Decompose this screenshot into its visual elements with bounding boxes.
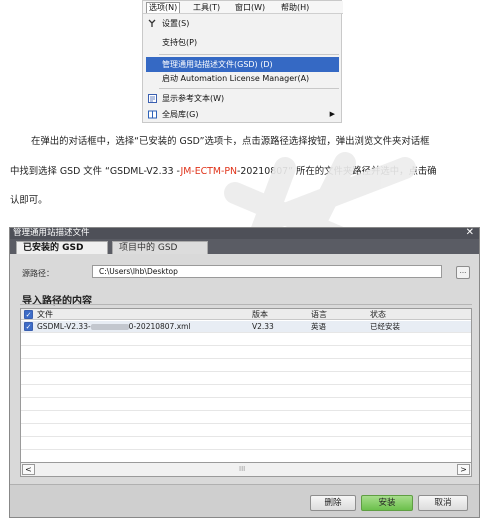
browse-button[interactable]: ... (456, 266, 470, 279)
table-row (21, 360, 471, 372)
options-menu: 选项(N) 工具(T) 窗口(W) 帮助(H) 设置(S) 支持包(P) 管理通… (142, 0, 343, 123)
menu-tools[interactable]: 工具(T) (191, 3, 222, 14)
instruction-line-1: 在弹出的对话框中，选择“已安装的 GSD”选项卡，点击源路径选择按钮，弹出浏览文… (31, 136, 430, 147)
redacted-text (90, 324, 129, 330)
menu-options[interactable]: 选项(N) (146, 2, 181, 13)
table-row (21, 334, 471, 346)
table-header: ✓ 文件 版本 语言 状态 (21, 309, 471, 320)
tab-strip: 已安装的 GSD 项目中的 GSD (10, 239, 479, 254)
submenu-arrow-icon: ▶ (329, 110, 335, 118)
tab-installed-gsd[interactable]: 已安装的 GSD (16, 241, 108, 254)
device-name-highlight: JM-ECTM-PN (180, 166, 238, 177)
table-row (21, 399, 471, 411)
table-row (21, 412, 471, 424)
file-name-cell: GSDML-V2.33- 0-20210807.xml (37, 322, 191, 331)
table-row (21, 386, 471, 398)
menu-item-global-library[interactable]: 全局库(G) ▶ (146, 107, 339, 122)
menu-item-settings[interactable]: 设置(S) (146, 16, 339, 31)
reference-text-icon (148, 94, 157, 103)
dialog-footer: 删除 安装 取消 (10, 484, 479, 517)
menu-window[interactable]: 窗口(W) (233, 3, 267, 14)
scroll-right-icon[interactable]: > (457, 464, 470, 475)
table-row[interactable]: ✓ GSDML-V2.33- 0-20210807.xml V2.33 英语 已经… (21, 321, 471, 333)
global-library-icon (148, 110, 157, 119)
menu-separator (159, 54, 339, 55)
column-file: 文件 (37, 310, 53, 319)
dialog-titlebar: 管理通用站描述文件 ✕ (10, 227, 479, 239)
settings-icon (148, 19, 157, 28)
menu-bar: 选项(N) 工具(T) 窗口(W) 帮助(H) (143, 1, 343, 14)
tab-project-gsd[interactable]: 项目中的 GSD (112, 241, 208, 254)
menu-item-support-packages[interactable]: 支持包(P) (146, 35, 339, 50)
dialog-title: 管理通用站描述文件 (13, 228, 90, 238)
gsd-file-table: ✓ 文件 版本 语言 状态 ✓ GSDML-V2.33- 0-20210807.x… (20, 308, 472, 477)
section-divider (20, 304, 472, 305)
install-button[interactable]: 安装 (361, 495, 413, 511)
cancel-button[interactable]: 取消 (418, 495, 468, 511)
column-language: 语言 (311, 310, 327, 319)
menu-separator (159, 88, 339, 89)
menu-help[interactable]: 帮助(H) (279, 3, 311, 14)
menu-item-show-reference-text[interactable]: 显示参考文本(W) (146, 91, 339, 106)
column-status: 状态 (370, 310, 386, 319)
scroll-left-icon[interactable]: < (22, 464, 35, 475)
version-cell: V2.33 (252, 322, 274, 331)
instruction-line-2: 中找到选择 GSD 文件 “GSDML-V2.33 -JM-ECTM-PN-20… (10, 166, 437, 177)
column-version: 版本 (252, 310, 268, 319)
language-cell: 英语 (311, 322, 326, 331)
menu-item-license-manager[interactable]: 启动 Automation License Manager(A) (146, 71, 339, 86)
menu-item-manage-gsd[interactable]: 管理通用站描述文件(GSD) (D) (146, 57, 339, 72)
instruction-line-3: 认即可。 (10, 195, 48, 206)
table-row (21, 347, 471, 359)
table-row (21, 373, 471, 385)
close-icon[interactable]: ✕ (466, 227, 474, 239)
horizontal-scrollbar[interactable]: < III > (20, 462, 472, 477)
source-path-label: 源路径： (22, 269, 54, 278)
table-row (21, 425, 471, 437)
manage-gsd-dialog: 管理通用站描述文件 ✕ 已安装的 GSD 项目中的 GSD 源路径： C:\Us… (9, 227, 480, 518)
scroll-thumb[interactable]: III (239, 465, 245, 473)
row-checkbox[interactable]: ✓ (24, 322, 33, 331)
source-path-field[interactable]: C:\Users\lhb\Desktop (92, 265, 442, 278)
table-row (21, 438, 471, 450)
delete-button[interactable]: 删除 (310, 495, 356, 511)
status-cell: 已经安装 (370, 322, 400, 331)
select-all-checkbox[interactable]: ✓ (24, 310, 33, 319)
